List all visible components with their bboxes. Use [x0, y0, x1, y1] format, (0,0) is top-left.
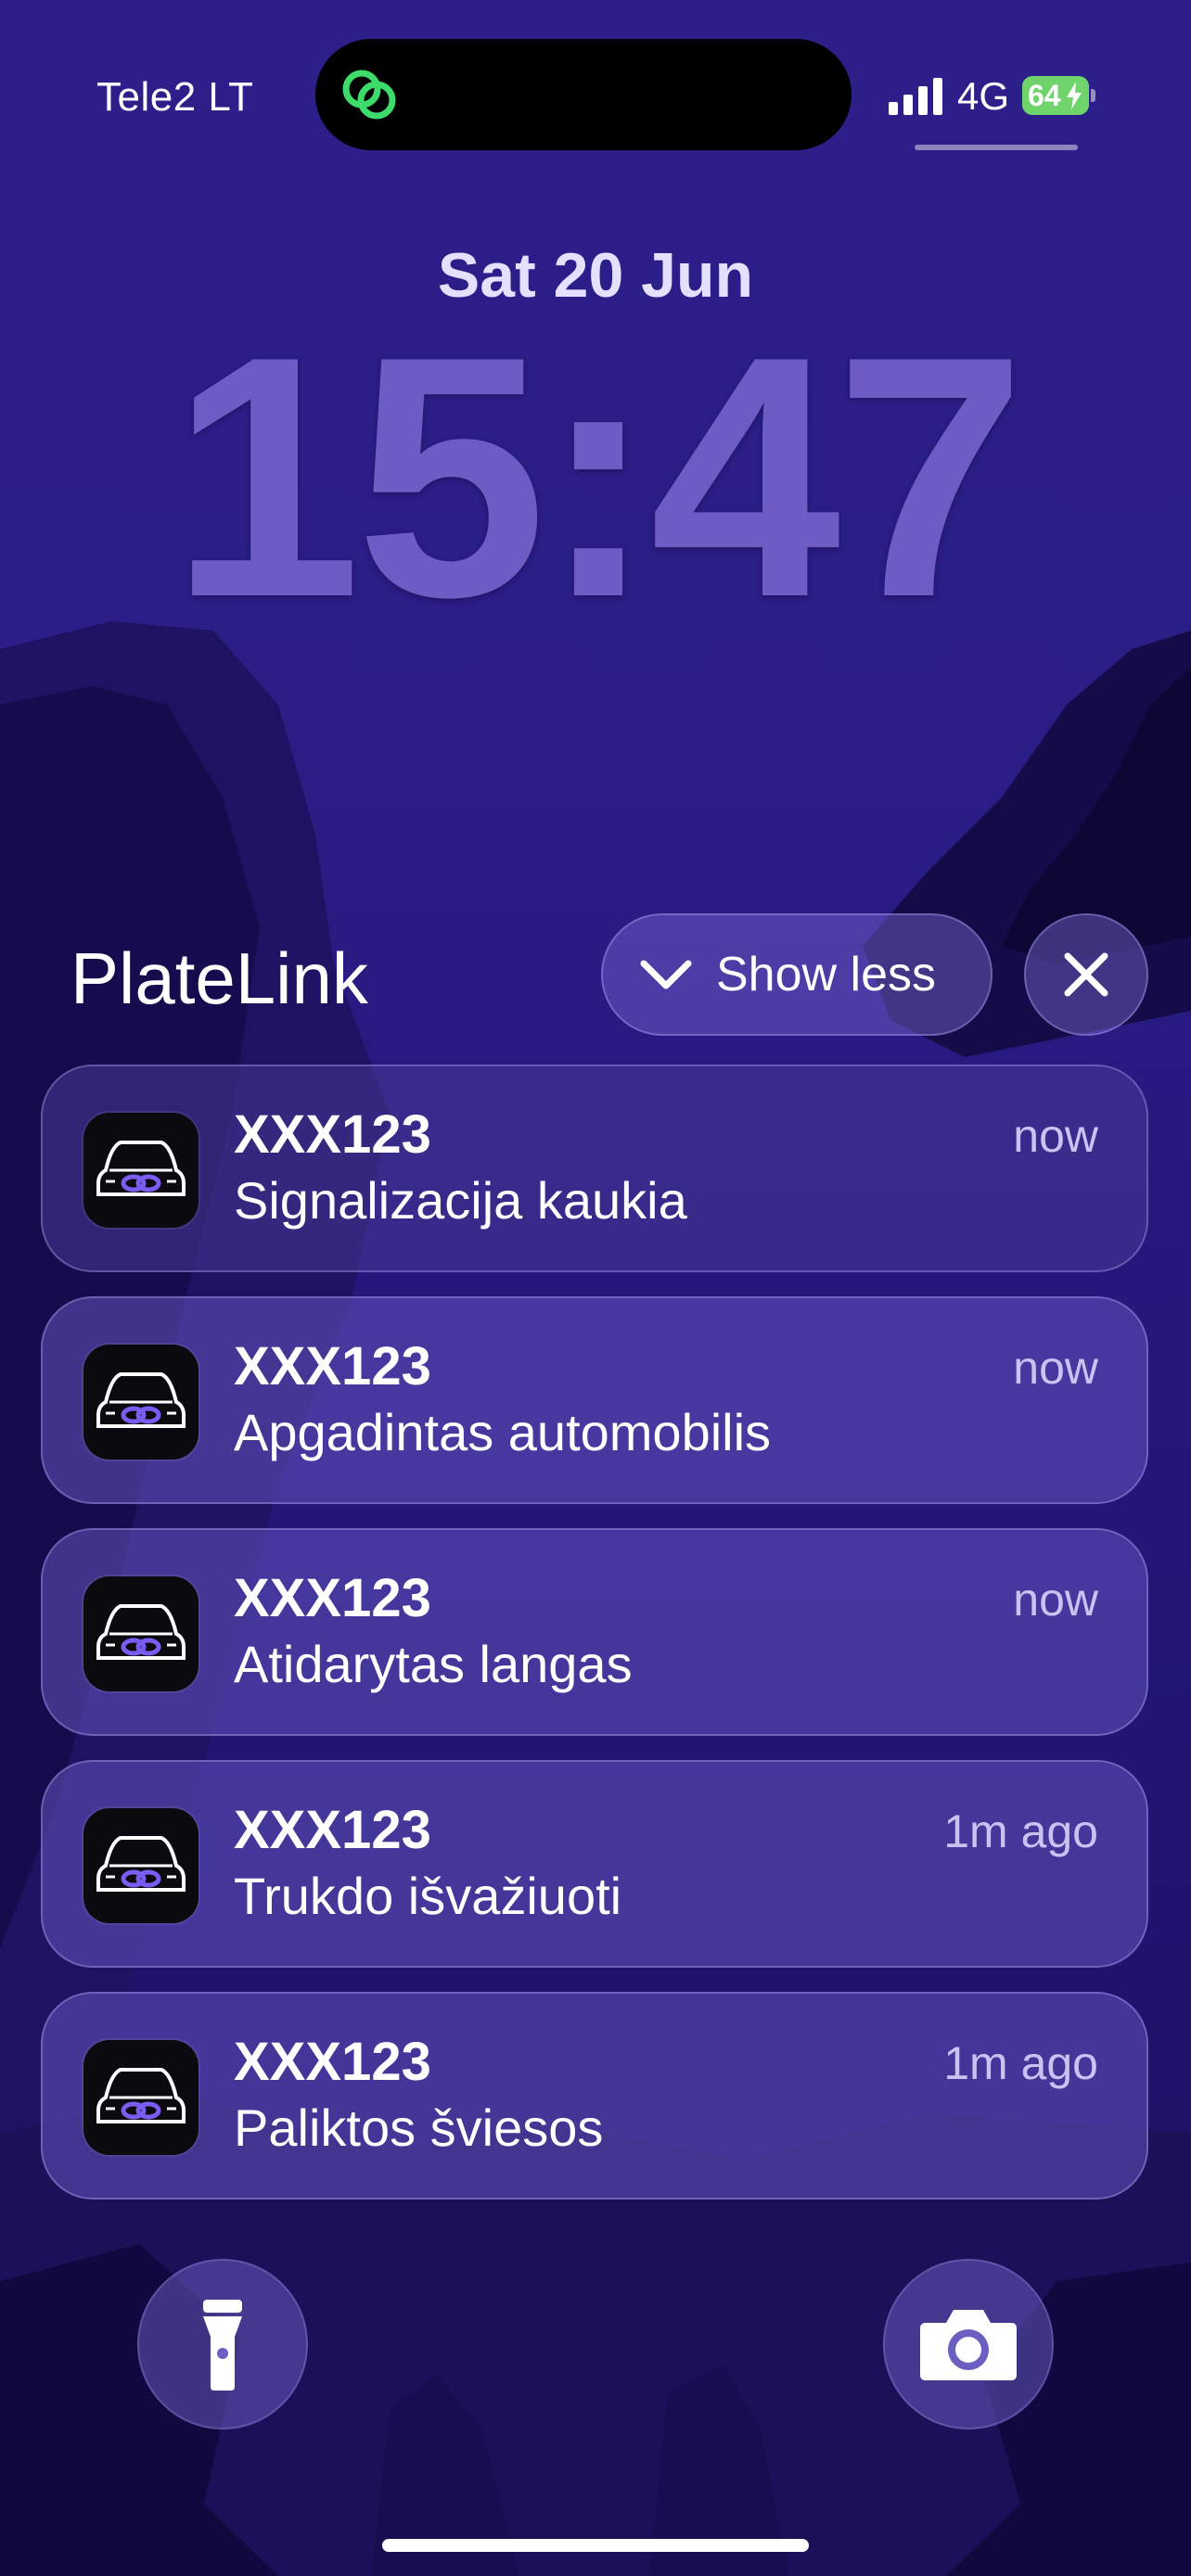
notification-card[interactable]: XXX123 Apgadintas automobilis now: [41, 1296, 1148, 1504]
notification-time: now: [1013, 1110, 1098, 1162]
status-indicator-bar: [915, 145, 1078, 150]
show-less-label: Show less: [716, 948, 936, 1001]
notification-body: Atidarytas langas: [234, 1635, 633, 1693]
notification-body: Signalizacija kaukia: [234, 1171, 687, 1230]
network-type: 4G: [957, 74, 1010, 118]
flashlight-icon: [203, 2300, 242, 2391]
battery-level: 64: [1028, 79, 1061, 112]
signal-strength-icon: [889, 78, 942, 115]
lock-time: 15:47: [170, 286, 1026, 669]
show-less-button[interactable]: Show less: [601, 913, 992, 1036]
dynamic-island[interactable]: [315, 39, 852, 150]
notification-time: 1m ago: [943, 1805, 1098, 1857]
camera-button[interactable]: [883, 2259, 1054, 2429]
car-link-icon: [83, 2040, 198, 2155]
flashlight-button[interactable]: [137, 2259, 308, 2429]
close-icon: [1064, 952, 1108, 997]
group-app-name: PlateLink: [70, 937, 368, 1019]
clear-group-button[interactable]: [1024, 913, 1148, 1036]
notification-card[interactable]: XXX123 Atidarytas langas now: [41, 1528, 1148, 1736]
notification-time: now: [1013, 1574, 1098, 1626]
link-rings-icon: [342, 70, 396, 120]
car-link-icon: [83, 1113, 198, 1228]
car-link-icon: [83, 1345, 198, 1460]
camera-icon: [920, 2310, 1017, 2380]
status-bar: Tele2 LT 4G 64: [0, 0, 1191, 185]
chevron-down-icon: [640, 960, 692, 989]
notification-title: XXX123: [234, 1568, 431, 1628]
notification-body: Trukdo išvažiuoti: [234, 1867, 622, 1925]
notification-title: XXX123: [234, 1104, 431, 1165]
notification-body: Paliktos šviesos: [234, 2098, 604, 2157]
notification-title: XXX123: [234, 1336, 431, 1396]
battery-indicator: 64: [1022, 76, 1089, 115]
notification-title: XXX123: [234, 1800, 431, 1860]
charging-bolt-icon: [1067, 82, 1082, 109]
notification-group-header: PlateLink Show less: [0, 909, 1191, 1039]
home-indicator[interactable]: [382, 2539, 809, 2552]
carrier-label: Tele2 LT: [96, 74, 254, 120]
notification-card[interactable]: XXX123 Signalizacija kaukia now: [41, 1065, 1148, 1272]
car-link-icon: [83, 1808, 198, 1923]
notification-title: XXX123: [234, 2032, 431, 2092]
notification-card[interactable]: XXX123 Trukdo išvažiuoti 1m ago: [41, 1760, 1148, 1968]
car-link-icon: [83, 1576, 198, 1691]
notification-body: Apgadintas automobilis: [234, 1403, 772, 1461]
battery-cap: [1091, 89, 1095, 102]
notification-time: now: [1013, 1342, 1098, 1394]
notification-card[interactable]: XXX123 Paliktos šviesos 1m ago: [41, 1992, 1148, 2200]
notification-time: 1m ago: [943, 2037, 1098, 2089]
